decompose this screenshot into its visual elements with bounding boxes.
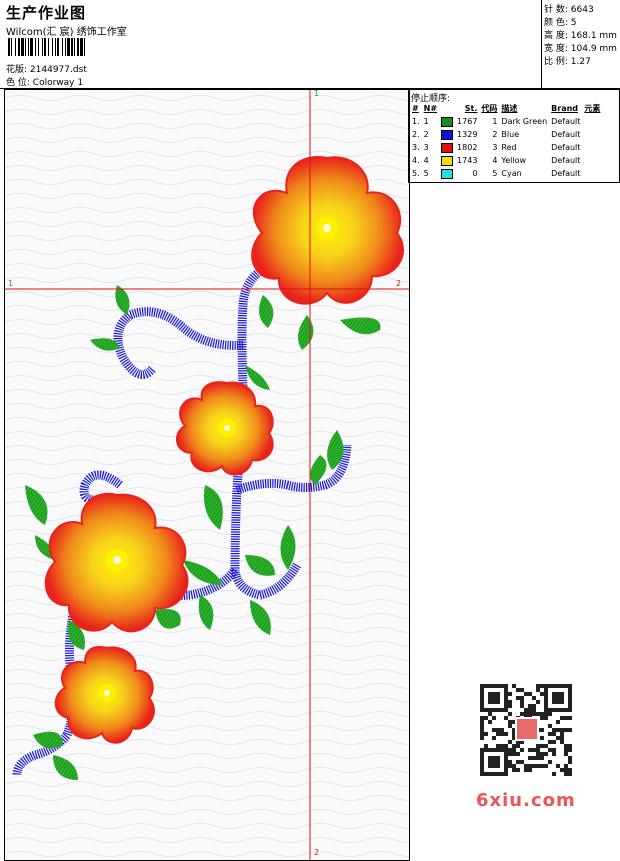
row-index: 4. [412,156,420,165]
stop-sequence-row: 1. 1 1767 1 Dark Green Default [410,115,602,128]
row-code: 4 [492,156,498,165]
design-file-label: 花版: [6,65,28,75]
row-number: 4 [423,156,429,165]
color-swatch [441,116,454,127]
qr-code-image [470,680,582,778]
row-swatch [439,141,455,154]
embroidery-design [5,90,409,860]
row-stitches: 1767 [457,117,478,126]
watermark-text: 6xiu.com [476,790,576,811]
row-swatch [439,128,455,141]
row-stitches: 1802 [457,143,478,152]
row-description: Red [501,143,517,152]
row-swatch [439,115,455,128]
stop-sequence-row: 4. 4 1743 4 Yellow Default [410,154,602,167]
row-code: 5 [492,169,498,178]
col-number: N# [423,104,438,113]
row-number: 2 [423,130,429,139]
color-swatch [441,168,454,179]
colorway: 色 位: Colorway 1 [6,75,83,88]
row-description: Cyan [501,169,522,178]
stop-sequence-table: # N# St. 代码 描述 Brand 元素 1. 1 1767 1 Dark Gre… [410,102,602,180]
row-index: 1. [412,117,420,126]
col-stitches: St. [464,104,478,113]
row-stitches: 0 [472,169,478,178]
row-index: 3. [412,143,420,152]
page-title: 生产作业图 [6,4,87,22]
stat-scale: 比 例: 1.27 [544,57,591,67]
row-brand: Default [551,130,581,139]
guide-label-h-left: 1 [8,279,14,288]
colorway-label: 色 位: [6,78,30,88]
col-swatch [439,102,455,115]
stat-height: 高 度: 168.1 mm [544,31,617,41]
row-brand: Default [551,156,581,165]
barcode-image [8,38,143,56]
row-brand: Default [551,169,581,178]
row-element [582,141,602,154]
col-brand: Brand [551,104,579,113]
row-number: 1 [423,117,429,126]
row-swatch [439,167,455,180]
col-element: 元素 [584,104,601,113]
row-description: Yellow [501,156,527,165]
header-divider [541,0,542,88]
row-stitches: 1743 [457,156,478,165]
stop-sequence-row: 3. 3 1802 3 Red Default [410,141,602,154]
stop-sequence-row: 5. 5 0 5 Cyan Default [410,167,602,180]
row-number: 5 [423,169,429,178]
design-canvas[interactable]: 1 2 1 2 [4,89,410,861]
row-element [582,128,602,141]
row-element [582,115,602,128]
row-element [582,154,602,167]
color-swatch [441,142,454,153]
stop-sequence-row: 2. 2 1329 2 Blue Default [410,128,602,141]
color-swatch [441,129,454,140]
row-code: 2 [492,130,498,139]
design-file-name: 2144977.dst [29,65,87,75]
row-brand: Default [551,117,581,126]
studio-name: Wilcom(汇 宸) 绣饰工作室 [6,27,127,38]
col-index: # [412,104,419,113]
row-code: 1 [492,117,498,126]
row-brand: Default [551,143,581,152]
guide-label-v-bottom: 2 [314,848,320,857]
design-file: 花版: 2144977.dst [6,62,87,75]
row-code: 3 [492,143,498,152]
row-number: 3 [423,143,429,152]
stop-sequence-panel: 停止顺序: # N# St. 代码 描述 Brand 元素 1. 1 1767 1 Da… [408,89,620,183]
col-code: 代码 [481,104,498,113]
stat-width: 宽 度: 104.9 mm [544,44,617,54]
design-stats: 针 数: 6643 颜 色: 5 高 度: 168.1 mm 宽 度: 104.… [544,4,617,69]
stat-colors: 颜 色: 5 [544,18,577,28]
row-stitches: 1329 [457,130,478,139]
guide-label-v-top: 1 [314,89,320,98]
guide-label-h-right: 2 [396,279,402,288]
row-description: Blue [501,130,520,139]
row-index: 2. [412,130,420,139]
stat-stitches: 针 数: 6643 [544,5,594,15]
col-description: 描述 [501,104,518,113]
row-description: Dark Green [501,117,548,126]
row-index: 5. [412,169,420,178]
row-swatch [439,154,455,167]
colorway-name: Colorway 1 [32,78,84,88]
color-swatch [441,155,454,166]
row-element [582,167,602,180]
